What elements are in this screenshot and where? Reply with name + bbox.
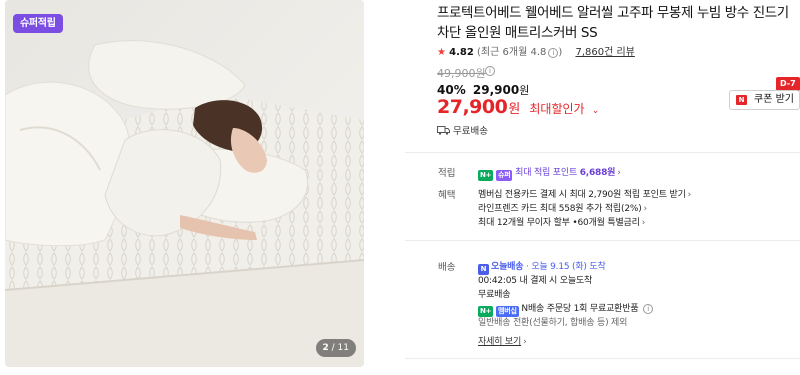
countdown-time: 00:42:05 xyxy=(478,276,517,286)
today-delivery-eta: · 오늘 9.15 (화) 도착 xyxy=(526,262,606,272)
divider xyxy=(405,240,800,241)
price-info-icon[interactable]: i xyxy=(485,66,495,76)
benefit-line-2[interactable]: 라인프렌즈 카드 최대 558원 추가 적립(2%) › xyxy=(478,201,647,214)
image-counter-current: 2 xyxy=(322,343,329,353)
info-icon[interactable]: i xyxy=(548,48,559,58)
super-points-badge: 슈퍼적립 xyxy=(13,14,63,33)
divider xyxy=(405,358,800,359)
free-shipping-row: 무료배송 xyxy=(437,123,488,137)
coupon-icon: N xyxy=(736,95,747,105)
max-discount-label: 최대할인가 xyxy=(529,102,585,116)
chevron-right-icon: › xyxy=(617,168,621,178)
divider xyxy=(405,152,800,153)
rating-recent: (최근 6개월 4.8 xyxy=(477,47,547,58)
chevron-right-icon: › xyxy=(687,190,692,200)
product-title: 프로텍트어베드 웰어베드 알러씰 고주파 무봉제 누빔 방수 진드기 차단 올인… xyxy=(437,5,789,41)
coupon-button-label: 쿠폰 받기 xyxy=(754,94,794,105)
product-photo[interactable]: 슈퍼적립 2 / 11 xyxy=(5,0,364,367)
rating-recent-end: ) xyxy=(558,47,563,58)
today-delivery-label: 오늘배송 xyxy=(491,262,524,272)
naver-plus-badge: N+ xyxy=(478,170,494,181)
chevron-right-icon: › xyxy=(641,218,646,228)
countdown-text: 내 결제 시 오늘도착 xyxy=(519,276,593,286)
original-price: 49,900원 xyxy=(437,67,486,80)
get-coupon-button[interactable]: N 쿠폰 받기 xyxy=(729,90,800,110)
points-label: 적립 xyxy=(438,168,456,179)
free-exchange-text: N배송 주문당 1회 무료교환반품 xyxy=(521,304,639,314)
chevron-right-icon: › xyxy=(523,337,527,347)
max-points-text: 최대 적립 포인트 xyxy=(515,168,578,178)
product-info-panel: 프로텍트어베드 웰어베드 알러씰 고주파 무봉제 누빔 방수 진드기 차단 올인… xyxy=(405,0,800,375)
discount-percent: 40% xyxy=(437,83,466,97)
image-counter: 2 / 11 xyxy=(315,339,356,357)
super-badge-small: 슈퍼 xyxy=(496,170,513,181)
delivery-free: 무료배송 xyxy=(478,290,511,300)
benefit-line-3[interactable]: 최대 12개월 무이자 할부 •60개월 특별금리 › xyxy=(478,215,645,228)
detail-link-row[interactable]: 자세히 보기 › xyxy=(478,334,527,347)
chevron-down-icon[interactable]: ⌄ xyxy=(592,106,600,116)
truck-icon xyxy=(437,126,450,135)
final-price-row[interactable]: 27,900원 최대할인가 ⌄ xyxy=(437,96,599,118)
benefit-text: 라인프렌즈 카드 최대 558원 추가 적립(2%) xyxy=(478,204,642,214)
points-row[interactable]: N+ 슈퍼 최대 적립 포인트 6,688원 › xyxy=(478,165,621,181)
max-points-value: 6,688원 xyxy=(579,168,616,178)
benefit-label: 혜택 xyxy=(438,190,456,201)
final-won: 원 xyxy=(508,102,521,117)
benefit-text: 최대 12개월 무이자 할부 •60개월 특별금리 xyxy=(478,218,640,228)
rating-row: ★ 4.82 (최근 6개월 4.8 i) 7,860건 리뷰 xyxy=(437,43,635,58)
detail-link[interactable]: 자세히 보기 xyxy=(478,337,521,347)
rating-score: 4.82 xyxy=(449,47,474,58)
today-delivery-badge: N 오늘배송 xyxy=(478,262,524,275)
chevron-right-icon: › xyxy=(643,204,648,214)
star-icon: ★ xyxy=(437,47,446,58)
final-price: 27,900 xyxy=(437,96,508,118)
exclusion-text: 일반배송 전환(선물하기, 합배송 등) 제외 xyxy=(478,318,628,328)
discount-price: 29,900 xyxy=(472,83,520,97)
delivery-label: 배송 xyxy=(438,262,456,273)
benefit-line-1[interactable]: 멤버십 전용카드 결제 시 최대 2,790원 적립 포인트 받기 › xyxy=(478,187,691,200)
product-image xyxy=(5,0,364,367)
image-counter-total: / 11 xyxy=(331,343,349,353)
free-shipping-text: 무료배송 xyxy=(453,126,488,137)
benefit-text: 멤버십 전용카드 결제 시 최대 2,790원 적립 포인트 받기 xyxy=(478,190,686,200)
review-count-link[interactable]: 7,860건 리뷰 xyxy=(575,47,634,58)
coupon-deadline-badge: D-7 xyxy=(776,77,800,91)
countdown-row: 00:42:05 내 결제 시 오늘도착 xyxy=(478,273,592,286)
info-icon[interactable]: i xyxy=(643,304,654,314)
